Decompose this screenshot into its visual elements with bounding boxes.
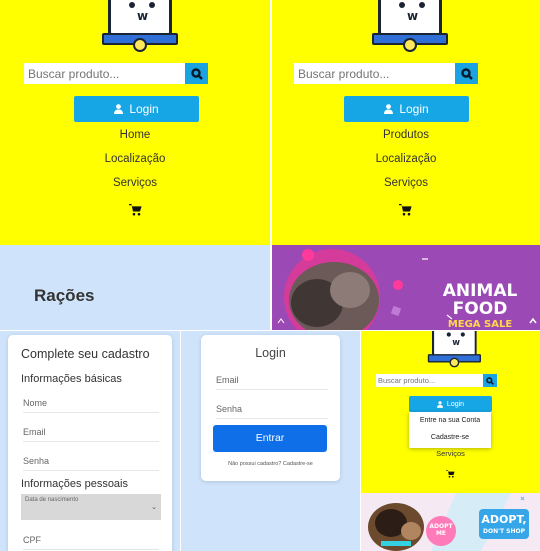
panel-login: Login Email Senha Entrar Não possui cada… — [181, 331, 360, 551]
section-title: Rações — [34, 286, 95, 305]
basic-info-heading: Informações básicas — [21, 373, 122, 385]
login-button[interactable]: Login — [74, 96, 199, 122]
search-bar — [24, 63, 208, 84]
search-input[interactable] — [376, 374, 483, 387]
register-title: Complete seu cadastro — [21, 347, 150, 361]
login-card: Login Email Senha Entrar Não possui cada… — [201, 335, 340, 481]
cpf-field[interactable]: CPF — [23, 535, 159, 550]
nav-localizacao[interactable]: Localização — [272, 153, 540, 165]
register-card: Complete seu cadastro Informações básica… — [8, 335, 172, 551]
nav-localizacao[interactable]: Localização — [0, 153, 270, 165]
cart-icon[interactable] — [399, 203, 412, 221]
login-label: Login — [399, 102, 429, 116]
login-title: Login — [255, 346, 286, 360]
nav-produtos[interactable]: Produtos — [272, 129, 540, 141]
banner-line1: ANIMAL — [442, 281, 518, 301]
menu-item-signup[interactable]: Cadastre-se — [409, 434, 491, 441]
panel-register: Complete seu cadastro Informações básica… — [0, 331, 180, 551]
promo-banner-adopt[interactable]: ADOPT ME ADOPT, DON'T SHOP — [361, 493, 540, 551]
cart-icon[interactable] — [446, 465, 455, 483]
search-button[interactable] — [483, 374, 497, 387]
banner-line2: FOOD — [452, 299, 508, 319]
user-icon — [384, 104, 394, 114]
user-icon — [436, 400, 443, 408]
nav-home[interactable]: Home — [0, 129, 270, 141]
search-input[interactable] — [24, 63, 185, 84]
search-bar — [294, 63, 478, 84]
menu-item-signin[interactable]: Entre na sua Conta — [409, 417, 491, 424]
panel-products: w Login Produtos Localização Serviços — [272, 0, 540, 245]
promo-banner-animal-food[interactable]: ANIMAL FOOD MEGA SALE — [272, 245, 540, 330]
section-racoes: Rações — [0, 245, 270, 330]
birthdate-select[interactable]: Data de nascimento ⌄ — [21, 494, 161, 520]
email-field[interactable]: Email — [23, 427, 159, 442]
password-field[interactable]: Senha — [23, 456, 159, 471]
enter-button[interactable]: Entrar — [213, 425, 327, 452]
search-icon — [460, 67, 473, 80]
user-icon — [114, 104, 124, 114]
login-password-field[interactable]: Senha — [216, 404, 328, 419]
personal-info-heading: Informações pessoais — [21, 478, 128, 490]
search-button[interactable] — [455, 63, 478, 84]
signup-link[interactable]: Não possui cadastro? Cadastre-se — [201, 461, 340, 467]
login-button[interactable]: Login — [409, 396, 492, 412]
banner-line3: MEGA SALE — [447, 319, 513, 330]
login-email-field[interactable]: Email — [216, 375, 328, 390]
nav-servicos[interactable]: Serviços — [0, 177, 270, 189]
chevron-down-icon: ⌄ — [151, 504, 157, 511]
nav-servicos[interactable]: Serviços — [272, 177, 540, 189]
search-bar — [376, 374, 497, 387]
search-button[interactable] — [185, 63, 208, 84]
panel-menu-open: w Login Entre na sua Conta Cadastre-se S… — [361, 331, 540, 493]
banner-dont-shop: DON'T SHOP — [483, 528, 525, 535]
search-input[interactable] — [294, 63, 455, 84]
cart-icon[interactable] — [129, 203, 142, 221]
banner-adopt-me: ADOPT ME — [429, 523, 453, 537]
login-dropdown-menu: Entre na sua Conta Cadastre-se — [409, 412, 491, 448]
login-label: Login — [129, 102, 159, 116]
search-icon — [190, 67, 203, 80]
nav-servicos[interactable]: Serviços — [361, 449, 540, 458]
search-icon — [486, 376, 494, 385]
login-button[interactable]: Login — [344, 96, 469, 122]
birthdate-label: Data de nascimento — [25, 497, 79, 503]
banner-adopt: ADOPT, — [481, 513, 527, 526]
name-field[interactable]: Nome — [23, 398, 159, 413]
login-label: Login — [446, 400, 465, 408]
panel-home: w Login Home Localização Serviços — [0, 0, 270, 245]
